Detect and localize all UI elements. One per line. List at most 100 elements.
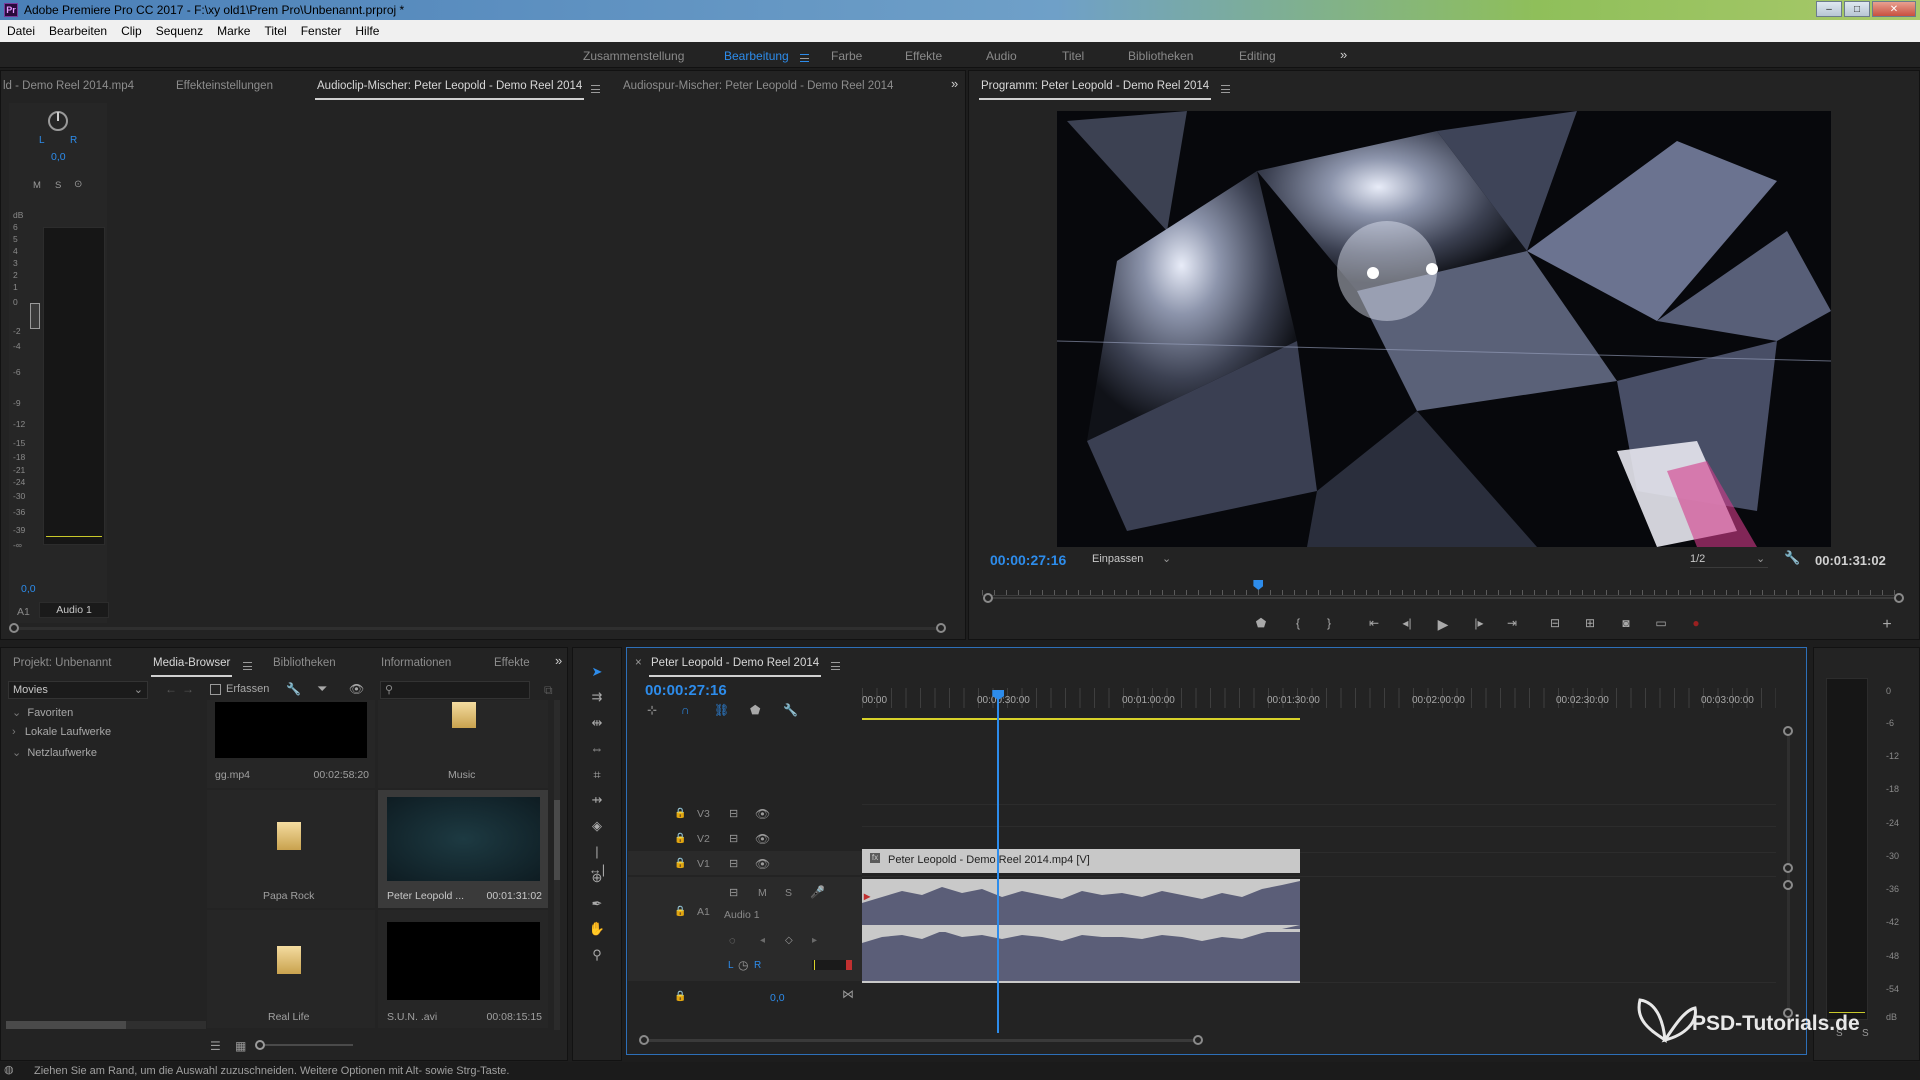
audio-keyframe-marker-icon[interactable]: ▸: [864, 889, 870, 903]
panel-menu-icon[interactable]: [591, 82, 600, 96]
filter-icon[interactable]: ⏷: [317, 681, 327, 697]
tab-audiotrack-mixer[interactable]: Audiospur-Mischer: Peter Leopold - Demo …: [623, 80, 893, 92]
menu-titel[interactable]: Titel: [257, 24, 293, 38]
tab-project[interactable]: Projekt: Unbenannt: [13, 657, 111, 669]
rate-stretch-tool-icon[interactable]: ⌗: [588, 766, 606, 784]
master-expand-icon[interactable]: ⋈: [842, 987, 854, 1001]
pen-tool-icon[interactable]: ✒: [588, 895, 606, 913]
menu-sequenz[interactable]: Sequenz: [149, 24, 210, 38]
workspace-tab-farbe[interactable]: Farbe: [831, 49, 862, 63]
tree-scrollbar[interactable]: [6, 1021, 206, 1029]
open-new-window-icon[interactable]: ⧉: [544, 683, 553, 698]
add-marker-icon[interactable]: ⬟: [750, 703, 760, 717]
linked-selection-icon[interactable]: ⛓: [714, 703, 729, 717]
comparison-view-icon[interactable]: ▭: [1652, 616, 1670, 630]
nest-toggle-icon[interactable]: ⊹: [647, 703, 657, 717]
record-voiceover-icon[interactable]: ●: [1687, 616, 1705, 630]
tab-effect-controls[interactable]: Effekteinstellungen: [176, 80, 273, 92]
close-sequence-icon[interactable]: ×: [635, 657, 642, 669]
media-item-music-folder[interactable]: Music: [378, 700, 548, 788]
v1-eye-icon[interactable]: 👁: [755, 857, 770, 871]
menu-fenster[interactable]: Fenster: [294, 24, 349, 38]
panel-overflow-icon[interactable]: »: [951, 76, 958, 91]
scroll-handle-left[interactable]: [9, 623, 19, 633]
keyframe-icon[interactable]: ◌: [729, 935, 736, 947]
program-time-ruler[interactable]: [982, 584, 1902, 596]
slide-tool-icon[interactable]: ⊕: [588, 869, 606, 887]
go-to-out-icon[interactable]: ⇥: [1503, 616, 1521, 630]
close-window-button[interactable]: ✕: [1872, 1, 1916, 17]
tab-libraries[interactable]: Bibliotheken: [273, 657, 336, 669]
a1-mute-button[interactable]: M: [758, 887, 767, 899]
media-item-peter-leopold[interactable]: Peter Leopold ... 00:01:31:02: [378, 790, 548, 908]
workspace-tab-audio[interactable]: Audio: [986, 49, 1017, 63]
fit-dropdown[interactable]: Einpassen ⌄: [1092, 550, 1178, 568]
program-timecode[interactable]: 00:00:27:16: [990, 552, 1066, 568]
export-frame-camera-icon[interactable]: ◙: [1617, 616, 1635, 630]
media-search-input[interactable]: ⚲: [380, 681, 530, 699]
workspace-tab-zusammenstellung[interactable]: Zusammenstellung: [583, 49, 684, 63]
wrench-icon[interactable]: 🔧: [1784, 550, 1800, 566]
timeline-horizontal-scrollbar[interactable]: [644, 1039, 1199, 1042]
workspace-tab-effekte[interactable]: Effekte: [905, 49, 942, 63]
prev-keyframe-icon[interactable]: ◂: [760, 935, 765, 946]
horizontal-scrollbar[interactable]: [11, 627, 945, 630]
v1-track-label[interactable]: V1: [697, 858, 710, 870]
tab-info[interactable]: Informationen: [381, 657, 451, 669]
volume-value[interactable]: 0,0: [21, 583, 36, 595]
media-item-papa-rock-folder[interactable]: Papa Rock: [207, 790, 375, 908]
mark-in-icon[interactable]: {: [1289, 616, 1307, 630]
tab-media-browser[interactable]: Media-Browser: [150, 657, 233, 677]
a1-solo-button[interactable]: S: [785, 887, 792, 899]
zoom-tool-icon[interactable]: ⚲: [588, 946, 606, 964]
track-select-tool-icon[interactable]: ⇉: [588, 688, 606, 706]
voiceover-mic-icon[interactable]: 🎤: [810, 885, 825, 899]
tree-item-local-drives[interactable]: › Lokale Laufwerke: [12, 726, 111, 738]
master-lock-icon[interactable]: 🔒: [674, 991, 686, 1002]
rolling-edit-tool-icon[interactable]: ⇔: [588, 740, 606, 758]
program-zoom-bar[interactable]: [983, 597, 1901, 599]
mark-out-icon[interactable]: }: [1320, 616, 1338, 630]
snap-magnet-icon[interactable]: ∩: [681, 703, 690, 717]
rate-tool-icon[interactable]: ⇸: [588, 791, 606, 809]
workspace-tab-bearbeitung[interactable]: Bearbeitung: [724, 49, 789, 63]
hand-tool-icon[interactable]: ✋: [588, 920, 606, 938]
a1-track-label[interactable]: A1: [697, 906, 710, 918]
menu-hilfe[interactable]: Hilfe: [348, 24, 386, 38]
video-scroll-handle-top[interactable]: [1783, 726, 1793, 736]
solo-button[interactable]: S: [55, 180, 61, 191]
workspace-menu-icon[interactable]: [800, 51, 809, 65]
ripple-edit-tool-icon[interactable]: ⇹: [588, 714, 606, 732]
maximize-button[interactable]: □: [1844, 1, 1870, 17]
pan-value[interactable]: 0,0: [51, 151, 66, 163]
a1-sync-icon[interactable]: ⊟: [729, 886, 738, 899]
volume-fader-handle[interactable]: [30, 303, 40, 329]
menu-datei[interactable]: Datei: [0, 24, 42, 38]
view-eye-icon[interactable]: 👁: [349, 682, 364, 696]
next-keyframe-icon[interactable]: ▸: [812, 935, 817, 946]
step-forward-icon[interactable]: |▸: [1470, 616, 1488, 630]
premiere-app-icon[interactable]: Pr: [4, 3, 18, 17]
a1-lock-icon[interactable]: 🔒: [674, 906, 686, 917]
v2-sync-icon[interactable]: ⊟: [729, 832, 738, 845]
button-editor-plus-icon[interactable]: +: [1878, 616, 1896, 634]
ingest-checkbox[interactable]: [210, 684, 221, 695]
add-keyframe-icon[interactable]: ◇: [785, 935, 793, 946]
ingest-settings-wrench-icon[interactable]: 🔧: [286, 682, 301, 696]
workspace-overflow-icon[interactable]: »: [1340, 47, 1347, 62]
workspace-tab-bibliotheken[interactable]: Bibliotheken: [1128, 49, 1193, 63]
timeline-zoom-handle-right[interactable]: [1193, 1035, 1203, 1045]
slip-tool-icon[interactable]: |↔|: [588, 843, 606, 877]
audio-clip[interactable]: ▸: [862, 879, 1300, 983]
a1-pan-knob-icon[interactable]: ◷: [738, 958, 748, 972]
menu-bearbeiten[interactable]: Bearbeiten: [42, 24, 114, 38]
tab-audioclip-mixer[interactable]: Audioclip-Mischer: Peter Leopold - Demo …: [314, 80, 585, 100]
v1-lock-icon[interactable]: 🔒: [674, 858, 686, 869]
timeline-zoom-handle-left[interactable]: [639, 1035, 649, 1045]
go-to-in-icon[interactable]: ⇤: [1365, 616, 1383, 630]
tree-item-network-drives[interactable]: ⌄ Netzlaufwerke: [12, 746, 97, 759]
workspace-tab-titel[interactable]: Titel: [1062, 49, 1084, 63]
menu-clip[interactable]: Clip: [114, 24, 149, 38]
scroll-handle-right[interactable]: [936, 623, 946, 633]
thumbnail-size-slider[interactable]: [255, 1040, 353, 1050]
